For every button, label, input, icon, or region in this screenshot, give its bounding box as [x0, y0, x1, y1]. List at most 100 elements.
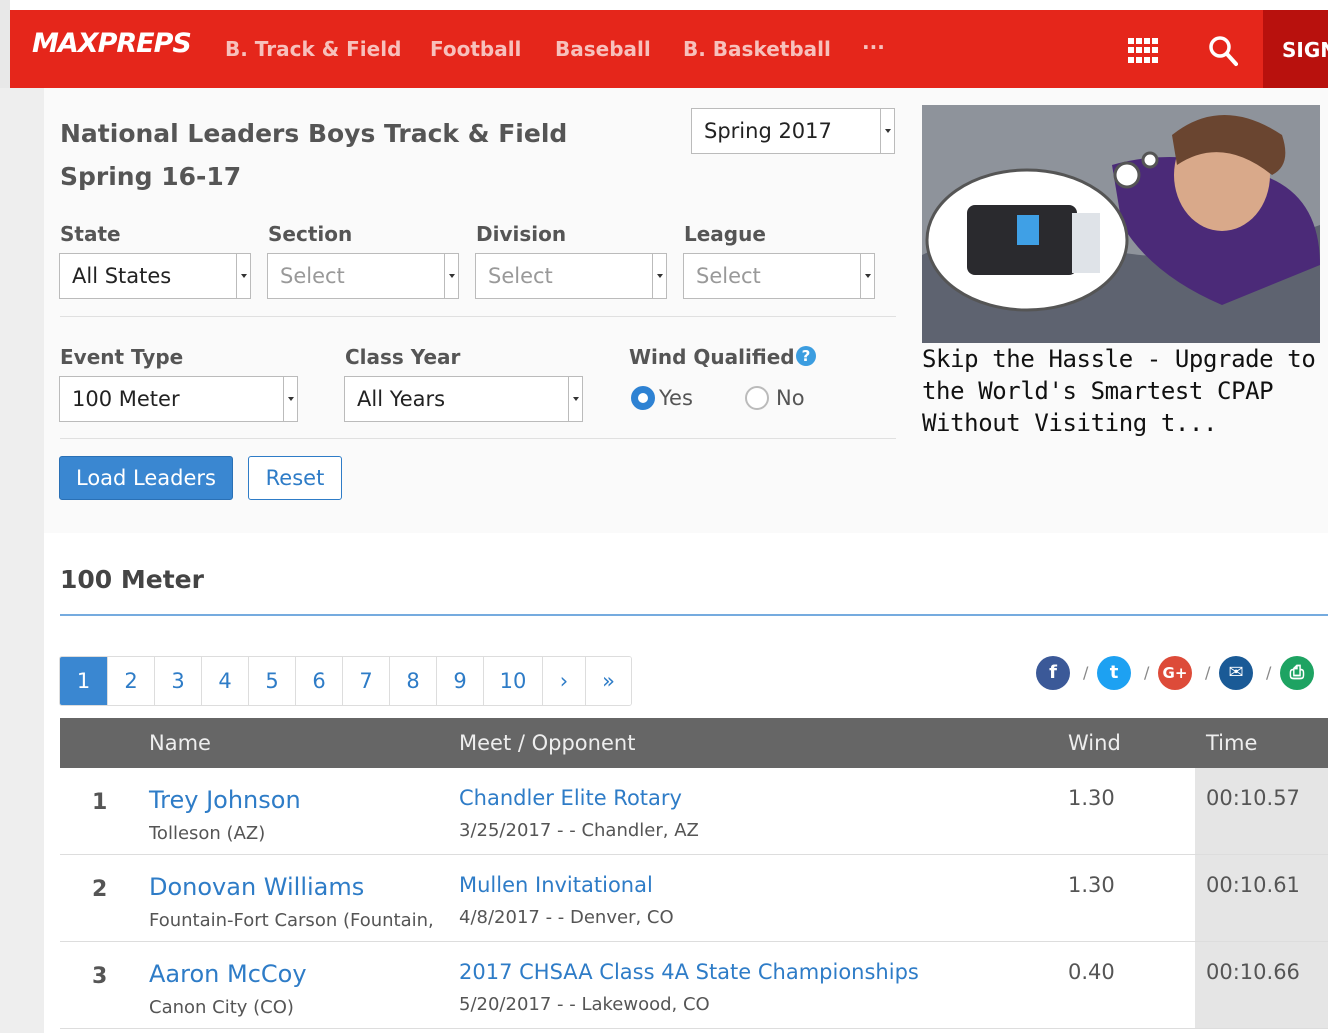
share-separator: /: [1083, 663, 1089, 682]
help-icon[interactable]: ?: [796, 346, 816, 366]
time-column-bg: [1195, 942, 1328, 1028]
event-type-label: Event Type: [60, 345, 184, 369]
twitter-icon[interactable]: t: [1097, 656, 1131, 690]
table-header: Name Meet / Opponent Wind Time: [60, 718, 1328, 768]
division-select-value: Select: [488, 264, 553, 288]
wind-value: 1.30: [1068, 786, 1115, 810]
page-button[interactable]: 4: [202, 657, 249, 705]
page-button[interactable]: 9: [437, 657, 484, 705]
last-page-button[interactable]: »: [586, 657, 631, 705]
chevron-down-icon: [236, 254, 250, 298]
league-select[interactable]: Select: [683, 253, 875, 299]
event-type-select[interactable]: 100 Meter: [59, 376, 298, 422]
column-header-name[interactable]: Name: [149, 731, 211, 755]
page-button[interactable]: 8: [390, 657, 437, 705]
maxpreps-logo[interactable]: MAXPREPS: [32, 28, 192, 59]
table-row: 3 Aaron McCoy Canon City (CO) 2017 CHSAA…: [60, 942, 1328, 1029]
section-select-value: Select: [280, 264, 345, 288]
page-button[interactable]: 6: [296, 657, 343, 705]
apps-grid-icon[interactable]: [1128, 38, 1160, 64]
column-header-meet[interactable]: Meet / Opponent: [459, 731, 635, 755]
page-button[interactable]: 5: [249, 657, 296, 705]
time-value: 00:10.57: [1206, 786, 1300, 810]
email-icon[interactable]: ✉: [1219, 656, 1253, 690]
state-select[interactable]: All States: [59, 253, 251, 299]
share-separator: /: [1144, 663, 1150, 682]
column-header-time[interactable]: Time: [1206, 731, 1257, 755]
load-leaders-button[interactable]: Load Leaders: [59, 456, 233, 500]
left-gutter-panel: [0, 88, 44, 1033]
meet-link[interactable]: 2017 CHSAA Class 4A State Championships: [459, 960, 919, 984]
top-navbar: MAXPREPS B. Track & Field Football Baseb…: [10, 10, 1328, 88]
chevron-down-icon: [860, 254, 874, 298]
page-button[interactable]: 10: [484, 657, 543, 705]
next-page-button[interactable]: ›: [543, 657, 586, 705]
page-button[interactable]: 1: [60, 657, 108, 705]
class-year-label: Class Year: [345, 345, 461, 369]
section-select[interactable]: Select: [267, 253, 459, 299]
rank: 2: [92, 877, 108, 902]
share-separator: /: [1205, 663, 1211, 682]
results-divider: [60, 614, 1328, 616]
wind-no-radio[interactable]: [745, 386, 769, 410]
nav-link-basketball[interactable]: B. Basketball: [683, 37, 831, 61]
page-button[interactable]: 2: [108, 657, 155, 705]
athlete-link[interactable]: Donovan Williams: [149, 873, 364, 901]
sign-in-button[interactable]: SIGN: [1282, 38, 1328, 62]
league-select-value: Select: [696, 264, 761, 288]
chevron-down-icon: [283, 377, 297, 421]
season-select-value: Spring 2017: [704, 119, 832, 143]
top-strip: [0, 0, 1328, 10]
school-name: Tolleson (AZ): [149, 823, 266, 844]
meet-info: 5/20/2017 - - Lakewood, CO: [459, 994, 710, 1015]
nav-link-baseball[interactable]: Baseball: [555, 37, 651, 61]
division-select[interactable]: Select: [475, 253, 667, 299]
wind-value: 0.40: [1068, 960, 1115, 984]
wind-yes-label[interactable]: Yes: [659, 386, 693, 410]
page-title: National Leaders Boys Track & Field Spri…: [60, 119, 568, 191]
ad-image[interactable]: [922, 105, 1320, 343]
time-column-bg: [1195, 855, 1328, 941]
page-button[interactable]: 7: [343, 657, 390, 705]
league-label: League: [684, 222, 766, 246]
season-select[interactable]: Spring 2017: [691, 108, 895, 154]
table-row: 2 Donovan Williams Fountain-Fort Carson …: [60, 855, 1328, 942]
column-header-wind[interactable]: Wind: [1068, 731, 1121, 755]
print-icon[interactable]: ⎙: [1280, 656, 1314, 690]
filter-divider: [60, 438, 896, 439]
time-value: 00:10.66: [1206, 960, 1300, 984]
class-year-select[interactable]: All Years: [344, 376, 583, 422]
meet-info: 4/8/2017 - - Denver, CO: [459, 907, 674, 928]
share-separator: /: [1266, 663, 1272, 682]
pagination: 1 2 3 4 5 6 7 8 9 10 › »: [59, 656, 632, 706]
athlete-link[interactable]: Aaron McCoy: [149, 960, 307, 988]
nav-link-track-field[interactable]: B. Track & Field: [225, 37, 401, 61]
facebook-icon[interactable]: f: [1036, 656, 1070, 690]
rank: 3: [92, 964, 108, 989]
results-title: 100 Meter: [60, 565, 204, 594]
class-year-select-value: All Years: [357, 387, 446, 411]
wind-no-label[interactable]: No: [776, 386, 805, 410]
chevron-down-icon: [880, 109, 894, 153]
time-value: 00:10.61: [1206, 873, 1300, 897]
time-column-bg: [1195, 768, 1328, 854]
google-plus-icon[interactable]: G+: [1158, 656, 1192, 690]
meet-info: 3/25/2017 - - Chandler, AZ: [459, 820, 699, 841]
wind-qualified-label: Wind Qualified: [629, 345, 795, 369]
nav-link-football[interactable]: Football: [430, 37, 521, 61]
nav-more-menu[interactable]: ···: [862, 35, 885, 59]
school-name: Fountain-Fort Carson (Fountain,: [149, 910, 434, 931]
reset-button[interactable]: Reset: [248, 456, 342, 500]
chevron-down-icon: [652, 254, 666, 298]
meet-link[interactable]: Chandler Elite Rotary: [459, 786, 682, 810]
wind-value: 1.30: [1068, 873, 1115, 897]
table-row: 1 Trey Johnson Tolleson (AZ) Chandler El…: [60, 768, 1328, 855]
chevron-down-icon: [568, 377, 582, 421]
page-button[interactable]: 3: [155, 657, 202, 705]
search-icon[interactable]: [1208, 35, 1238, 67]
meet-link[interactable]: Mullen Invitational: [459, 873, 653, 897]
athlete-link[interactable]: Trey Johnson: [149, 786, 301, 814]
event-type-select-value: 100 Meter: [72, 387, 180, 411]
ad-caption-link[interactable]: Skip the Hassle - Upgrade to the World's…: [922, 343, 1322, 439]
wind-yes-radio[interactable]: [631, 386, 655, 410]
